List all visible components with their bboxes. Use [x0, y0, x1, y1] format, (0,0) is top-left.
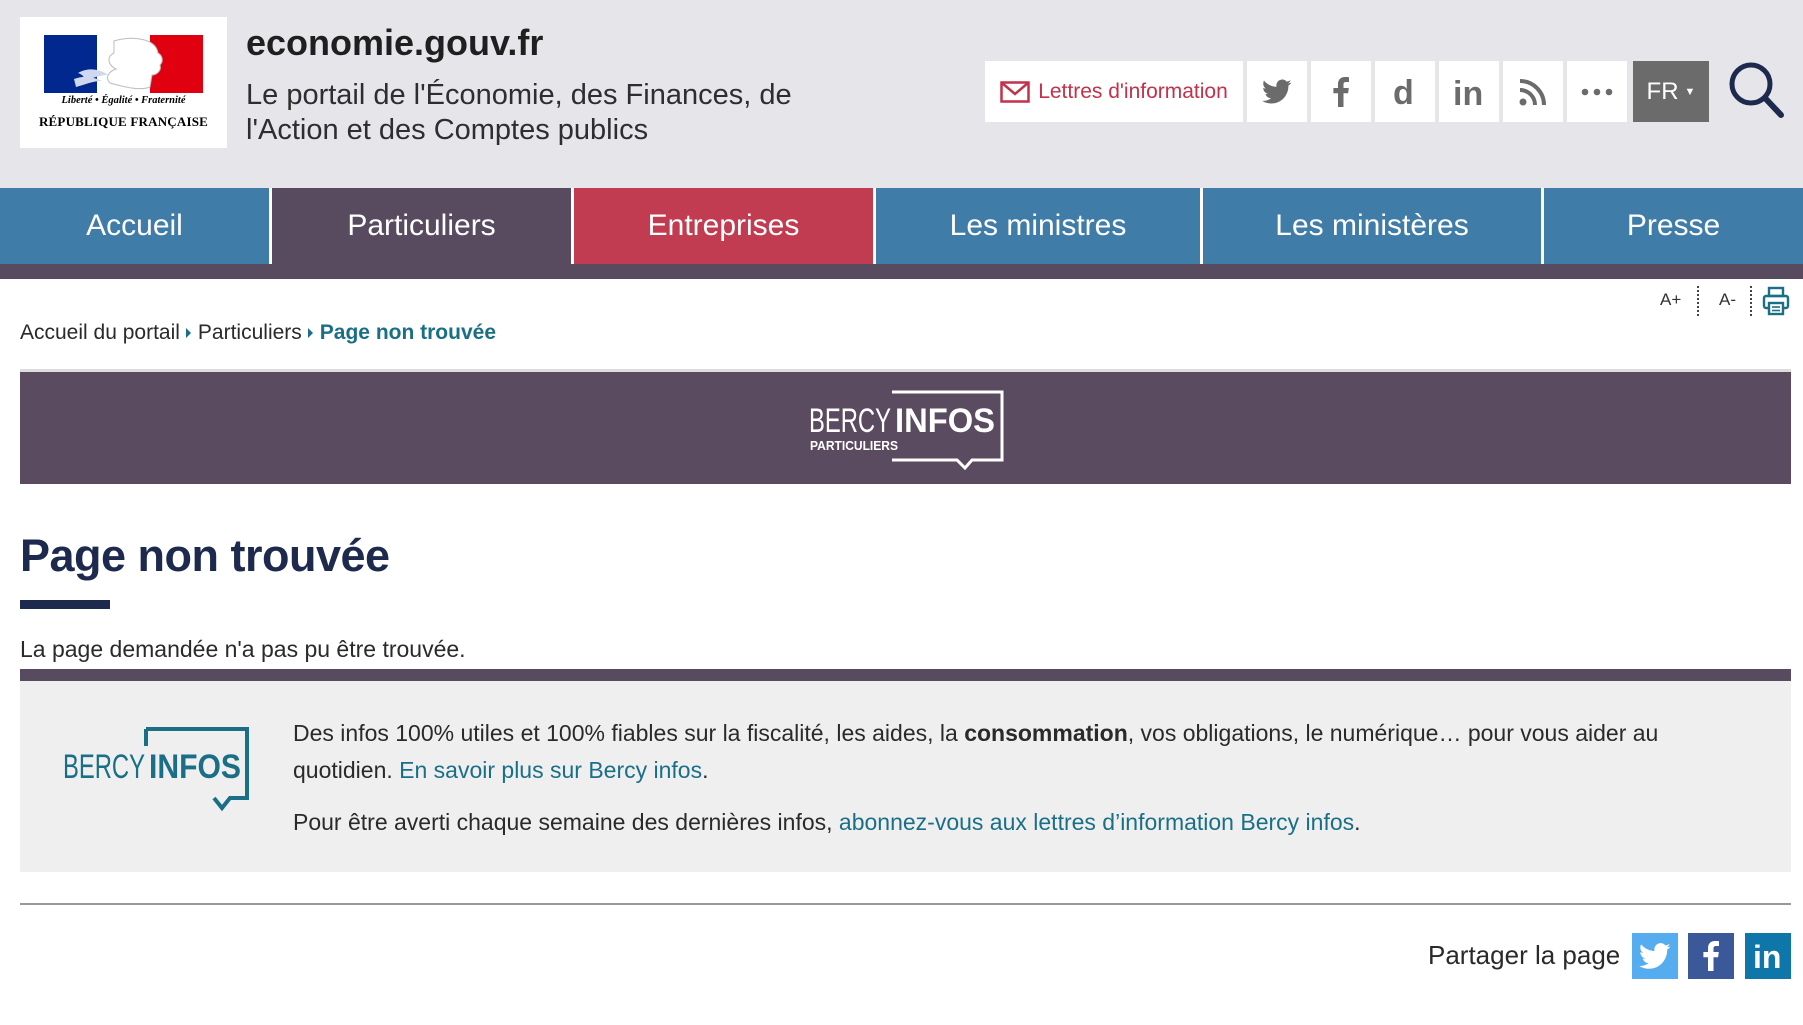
share-label: Partager la page: [1428, 940, 1621, 970]
rss-icon: [1519, 78, 1546, 105]
nav-item-les-ministres[interactable]: Les ministres: [876, 188, 1203, 264]
caret-down-icon: ▼: [1684, 85, 1696, 98]
nav-item-entreprises[interactable]: Entreprises: [574, 188, 876, 264]
nav-item-label: Entreprises: [647, 209, 800, 242]
site-tagline: Le portail de l'Économie, des Finances, …: [246, 79, 792, 146]
learn-more-link[interactable]: En savoir plus sur Bercy infos: [399, 757, 702, 783]
svg-text:d: d: [1393, 77, 1414, 107]
facebook-icon: [1333, 76, 1349, 107]
share-facebook-button[interactable]: [1688, 933, 1734, 979]
dailymotion-button[interactable]: d: [1375, 61, 1435, 122]
info-logo-left: BERCY: [63, 748, 145, 786]
svg-text:in: in: [1453, 77, 1483, 107]
nav-item-les-ministeres[interactable]: Les ministères: [1203, 188, 1544, 264]
share-twitter-button[interactable]: [1632, 933, 1678, 979]
dailymotion-icon: d: [1393, 77, 1414, 107]
twitter-icon: [1262, 79, 1292, 103]
breadcrumb-separator-icon: [185, 328, 191, 338]
linkedin-button[interactable]: in: [1439, 61, 1499, 122]
info-text-segment: Pour être averti chaque semaine des dern…: [293, 809, 839, 835]
nav-item-particuliers[interactable]: Particuliers: [272, 188, 574, 264]
info-paragraph-1: Des infos 100% utiles et 100% fiables su…: [293, 715, 1763, 789]
divider: [20, 903, 1791, 905]
twitter-button[interactable]: [1247, 61, 1307, 122]
language-selector[interactable]: FR ▼: [1633, 61, 1709, 122]
republique-francaise-logo[interactable]: Liberté • Égalité • Fraternité RÉPUBLIQU…: [20, 17, 227, 148]
envelope-icon: [1000, 80, 1030, 103]
breadcrumb-current: Page non trouvée: [319, 321, 496, 344]
marianne-icon: [44, 35, 203, 93]
more-button[interactable]: [1567, 61, 1627, 122]
site-header: Liberté • Égalité • Fraternité RÉPUBLIQU…: [0, 0, 1803, 188]
bercy-infos-logo[interactable]: BERCY INFOS: [62, 726, 250, 818]
nav-item-label: Les ministres: [949, 209, 1127, 242]
print-icon[interactable]: [1762, 286, 1790, 316]
svg-text:in: in: [1753, 941, 1781, 971]
share-linkedin-button[interactable]: in: [1745, 933, 1791, 979]
decrease-font-button[interactable]: A-: [1719, 290, 1736, 310]
newsletter-button[interactable]: Lettres d'information: [985, 61, 1243, 122]
more-icon: [1581, 88, 1613, 95]
banner-brand-left: BERCY: [809, 402, 891, 440]
increase-font-button[interactable]: A+: [1660, 290, 1681, 310]
info-text-segment: .: [702, 757, 709, 783]
title-underline: [20, 600, 110, 609]
breadcrumb: Accueil du portail Particuliers Page non…: [20, 321, 496, 345]
banner-brand-right: INFOS: [895, 402, 995, 440]
search-icon[interactable]: [1727, 60, 1785, 120]
language-label: FR: [1646, 77, 1679, 105]
banner-subtitle: PARTICULIERS: [810, 438, 898, 453]
tool-separator: [1750, 286, 1752, 316]
info-text-segment: Des infos 100% utiles et 100% fiables su…: [293, 720, 965, 746]
info-text-segment: .: [1354, 809, 1361, 835]
republique-text: RÉPUBLIQUE FRANÇAISE: [38, 114, 209, 129]
bercy-infos-box: BERCY INFOS Des infos 100% utiles et 100…: [20, 669, 1791, 872]
site-name[interactable]: economie.gouv.fr: [246, 22, 543, 64]
facebook-icon: [1703, 941, 1719, 971]
nav-item-label: Particuliers: [347, 209, 496, 242]
nav-item-label: Les ministères: [1275, 209, 1469, 242]
header-tools: Lettres d'information d in FR ▼: [985, 61, 1709, 122]
info-bold-word: consommation: [964, 720, 1128, 746]
bercy-infos-banner: BERCY INFOS PARTICULIERS: [20, 372, 1791, 484]
breadcrumb-link-accueil[interactable]: Accueil du portail: [20, 321, 180, 345]
main-navigation: Accueil Particuliers Entreprises Les min…: [0, 188, 1803, 264]
linkedin-icon: in: [1753, 941, 1781, 971]
bercy-infos-particuliers-logo[interactable]: BERCY INFOS PARTICULIERS: [807, 390, 1007, 470]
nav-item-label: Presse: [1626, 209, 1721, 242]
nav-item-presse[interactable]: Presse: [1544, 188, 1803, 264]
breadcrumb-separator-icon: [307, 328, 313, 338]
facebook-button[interactable]: [1311, 61, 1371, 122]
nav-item-accueil[interactable]: Accueil: [0, 188, 272, 264]
page-message: La page demandée n'a pas pu être trouvée…: [20, 636, 466, 662]
info-logo-right: INFOS: [149, 748, 241, 786]
info-paragraph-2: Pour être averti chaque semaine des dern…: [293, 804, 1763, 841]
page-title: Page non trouvée: [20, 530, 390, 581]
twitter-icon: [1639, 942, 1671, 969]
newsletter-label: Lettres d'information: [1038, 79, 1228, 103]
breadcrumb-link-particuliers[interactable]: Particuliers: [198, 321, 302, 345]
nav-item-label: Accueil: [86, 209, 183, 242]
subscribe-newsletter-link[interactable]: abonnez-vous aux lettres d’information B…: [839, 809, 1354, 835]
info-text: Des infos 100% utiles et 100% fiables su…: [293, 715, 1763, 856]
nav-underline-bar: [0, 264, 1803, 279]
linkedin-icon: in: [1453, 77, 1483, 107]
rss-button[interactable]: [1503, 61, 1563, 122]
tool-separator: [1697, 286, 1699, 316]
devise-text: Liberté • Égalité • Fraternité: [61, 95, 186, 106]
